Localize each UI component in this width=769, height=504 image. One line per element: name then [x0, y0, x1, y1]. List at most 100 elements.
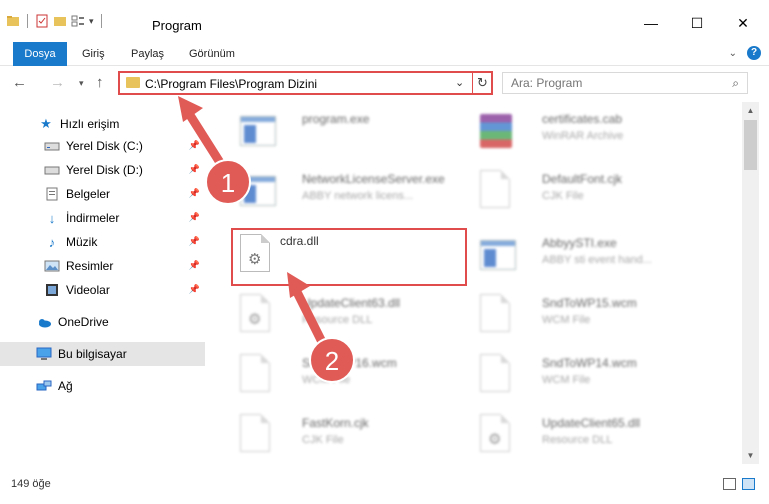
- download-icon: ↓: [48, 210, 56, 226]
- sidebar-item-drive-c[interactable]: Yerel Disk (C:) 📌: [0, 134, 205, 158]
- sidebar-item-label: Hızlı erişim: [60, 117, 120, 131]
- large-icons-view-icon[interactable]: [742, 478, 755, 490]
- forward-arrow-icon[interactable]: →: [50, 74, 65, 91]
- pin-icon[interactable]: 📌: [189, 188, 200, 199]
- file-item[interactable]: NetworkLicenseServer.exe ABBY network li…: [232, 164, 467, 216]
- status-bar: 149 öğe: [0, 464, 769, 504]
- sidebar-item-this-pc[interactable]: Bu bilgisayar: [0, 342, 205, 366]
- view-options-icon[interactable]: [71, 14, 85, 28]
- file-type: WinRAR Archive: [542, 130, 624, 142]
- sidebar-item-videos[interactable]: Videolar 📌: [0, 278, 205, 302]
- network-icon: [36, 380, 52, 391]
- file-type: CJK File: [302, 434, 344, 446]
- file-type: ABBY network licens...: [302, 190, 414, 202]
- recent-locations-icon[interactable]: ▾: [79, 78, 84, 89]
- properties-icon[interactable]: [35, 14, 49, 28]
- sidebar-item-label: Belgeler: [66, 187, 111, 201]
- videos-icon: [46, 284, 58, 296]
- sidebar-item-label: Yerel Disk (C:): [66, 139, 143, 153]
- file-item[interactable]: ⚙ UpdateClient65.dll Resource DLL: [472, 408, 707, 460]
- pin-icon[interactable]: 📌: [189, 236, 200, 247]
- refresh-icon[interactable]: ↻: [472, 73, 492, 93]
- scrollbar-thumb[interactable]: [744, 120, 757, 170]
- minimize-button[interactable]: —: [628, 10, 674, 36]
- sidebar-item-documents[interactable]: Belgeler 📌: [0, 182, 205, 206]
- sidebar-item-quick-access[interactable]: ★ Hızlı erişim: [0, 112, 205, 136]
- sidebar-item-label: Videolar: [66, 283, 110, 297]
- file-name: certificates.cab: [542, 112, 623, 126]
- pin-icon[interactable]: 📌: [189, 164, 200, 175]
- search-icon[interactable]: ⌕: [732, 76, 739, 91]
- sidebar-item-network[interactable]: Ağ: [0, 374, 205, 398]
- tab-share[interactable]: Paylaş: [121, 42, 174, 66]
- file-item[interactable]: SndToWP15.wcm WCM File: [472, 288, 707, 340]
- folder-icon[interactable]: [6, 14, 20, 28]
- sidebar-item-label: Müzik: [66, 235, 98, 249]
- cdra-dll-highlight-box: [231, 228, 467, 286]
- exe-icon: [480, 234, 518, 276]
- file-icon: [240, 414, 278, 456]
- search-box[interactable]: ⌕: [502, 72, 748, 94]
- archive-icon: [480, 110, 518, 152]
- file-item[interactable]: program.exe: [232, 104, 467, 156]
- back-arrow-icon[interactable]: ←: [12, 74, 27, 91]
- chevron-down-icon[interactable]: ⌄: [455, 76, 464, 89]
- sidebar-item-music[interactable]: ♪ Müzik 📌: [0, 230, 205, 254]
- up-arrow-icon[interactable]: ↑: [96, 74, 104, 91]
- scroll-down-icon[interactable]: ▼: [742, 447, 759, 464]
- file-icon: [480, 170, 518, 212]
- music-icon: ♪: [48, 234, 56, 250]
- sidebar-item-pictures[interactable]: Resimler 📌: [0, 254, 205, 278]
- expand-ribbon-icon[interactable]: ⌄: [729, 48, 737, 59]
- pin-icon[interactable]: 📌: [189, 212, 200, 223]
- file-item[interactable]: certificates.cab WinRAR Archive: [472, 104, 707, 156]
- vertical-scrollbar[interactable]: ▲ ▼: [742, 102, 759, 464]
- drive-icon: [44, 166, 60, 175]
- search-input[interactable]: [503, 73, 713, 93]
- ribbon-right-controls: ⌄ ?: [729, 46, 761, 60]
- pin-icon[interactable]: 📌: [189, 140, 200, 151]
- sidebar-item-label: OneDrive: [58, 315, 109, 329]
- file-item[interactable]: AbbyySTI.exe ABBY sti event hand...: [472, 228, 707, 280]
- navigation-pane: ★ Hızlı erişim Yerel Disk (C:) 📌 Yerel D…: [0, 102, 205, 464]
- pin-icon[interactable]: 📌: [189, 284, 200, 295]
- file-name: program.exe: [302, 112, 370, 126]
- scroll-up-icon[interactable]: ▲: [742, 102, 759, 119]
- help-icon[interactable]: ?: [747, 46, 761, 60]
- file-icon: [240, 354, 278, 396]
- file-type: WCM File: [302, 374, 351, 386]
- ribbon: Dosya Giriş Paylaş Görünüm ⌄ ?: [0, 42, 769, 94]
- file-name: SndToWP14.wcm: [542, 356, 637, 370]
- sidebar-item-downloads[interactable]: ↓ İndirmeler 📌: [0, 206, 205, 230]
- file-icon: [480, 354, 518, 396]
- maximize-button[interactable]: ☐: [674, 10, 720, 36]
- sidebar-item-label: Yerel Disk (D:): [66, 163, 143, 177]
- close-button[interactable]: ✕: [720, 10, 766, 36]
- file-type: ABBY sti event hand...: [542, 254, 652, 266]
- computer-icon: [36, 347, 52, 360]
- file-item[interactable]: ⚙ UpdateClient63.dll Resource DLL: [232, 288, 467, 340]
- sidebar-item-drive-d[interactable]: Yerel Disk (D:) 📌: [0, 158, 205, 182]
- file-icon: [480, 294, 518, 336]
- file-name: UpdateClient63.dll: [302, 296, 401, 310]
- file-type: WCM File: [542, 314, 591, 326]
- address-bar[interactable]: C:\Program Files\Program Dizini ⌄ ↻: [118, 71, 493, 95]
- new-folder-icon[interactable]: [53, 14, 67, 28]
- tab-view[interactable]: Görünüm: [179, 42, 245, 66]
- file-item[interactable]: FastKorn.cjk CJK File: [232, 408, 467, 460]
- pin-icon[interactable]: 📌: [189, 260, 200, 271]
- file-name: AbbyySTI.exe: [542, 236, 617, 250]
- sidebar-item-onedrive[interactable]: OneDrive: [0, 310, 205, 334]
- file-item[interactable]: SndToWP16.wcm WCM File: [232, 348, 467, 400]
- file-type: Resource DLL: [542, 434, 613, 446]
- documents-icon: [46, 187, 58, 201]
- cloud-icon: [39, 319, 51, 328]
- details-view-icon[interactable]: [723, 478, 736, 490]
- file-item[interactable]: DefaultFont.cjk CJK File: [472, 164, 707, 216]
- customize-qat-icon[interactable]: ▾: [89, 16, 94, 27]
- tab-home[interactable]: Giriş: [72, 42, 115, 66]
- file-item[interactable]: SndToWP14.wcm WCM File: [472, 348, 707, 400]
- item-count: 149 öğe: [11, 478, 51, 490]
- sidebar-item-label: Ağ: [58, 379, 73, 393]
- address-path[interactable]: C:\Program Files\Program Dizini: [145, 77, 317, 91]
